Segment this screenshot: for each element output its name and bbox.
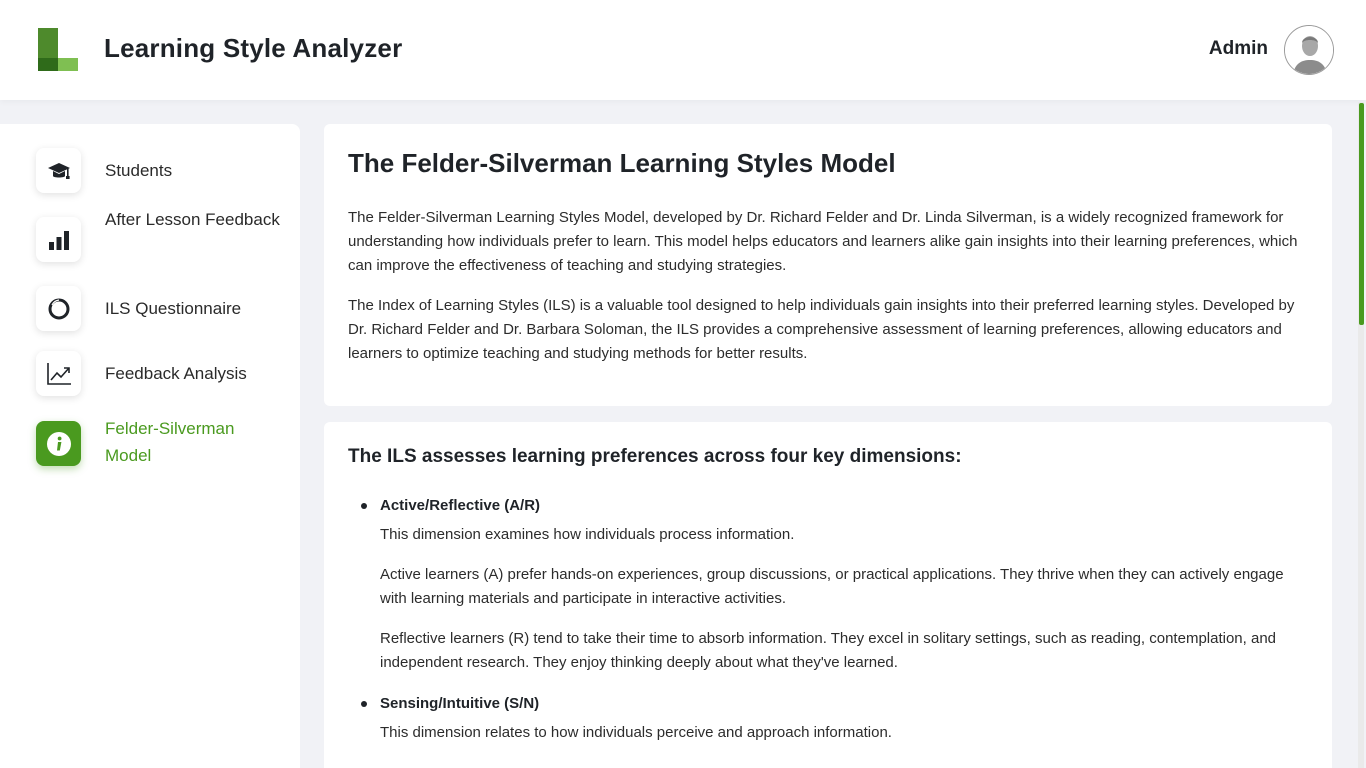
dimension-summary: This dimension examines how individuals …: [380, 526, 795, 543]
sidebar: Students After Lesson Feedback ILS Quest…: [0, 124, 300, 768]
sidebar-item-ils-questionnaire[interactable]: ILS Questionnaire: [36, 286, 286, 331]
app-title: Learning Style Analyzer: [104, 33, 403, 63]
intro-paragraph-1: The Felder-Silverman Learning Styles Mod…: [348, 209, 1298, 274]
sidebar-item-felder-silverman-model[interactable]: Felder-Silverman Model: [36, 419, 286, 475]
dimensions-heading: The ILS assesses learning preferences ac…: [348, 446, 962, 467]
graduation-cap-icon: [36, 148, 81, 193]
dimension-title: Sensing/Intuitive (S/N): [380, 695, 540, 712]
scrollbar-thumb[interactable]: [1359, 103, 1364, 325]
app-logo[interactable]: [38, 28, 78, 71]
dimension-summary: This dimension relates to how individual…: [380, 724, 892, 741]
sidebar-item-label: ILS Questionnaire: [105, 299, 242, 318]
bullet-marker: [361, 503, 367, 509]
sidebar-item-after-lesson-feedback[interactable]: After Lesson Feedback: [36, 210, 286, 271]
page-title: The Felder-Silverman Learning Styles Mod…: [348, 148, 896, 178]
user-avatar-icon: [1285, 26, 1333, 74]
top-header: Learning Style Analyzer Admin: [0, 0, 1366, 100]
sidebar-item-feedback-analysis[interactable]: Feedback Analysis: [36, 351, 286, 396]
dimension-title: Active/Reflective (A/R): [380, 497, 541, 514]
circle-icon: [36, 286, 81, 331]
dimension-paragraph: Reflective learners (R) tend to take the…: [380, 630, 1277, 671]
bullet-marker: [361, 701, 367, 707]
sidebar-item-label: Students: [105, 161, 173, 180]
info-icon: [36, 421, 81, 466]
sidebar-item-label: After Lesson Feedback: [105, 210, 280, 229]
intro-card: The Felder-Silverman Learning Styles Mod…: [324, 124, 1332, 406]
trend-chart-icon: [36, 351, 81, 396]
sidebar-item-label: Felder-Silverman Model: [105, 419, 235, 465]
sidebar-item-students[interactable]: Students: [36, 148, 286, 193]
avatar[interactable]: [1284, 25, 1334, 75]
bar-chart-icon: [36, 217, 81, 262]
user-name[interactable]: Admin: [1209, 38, 1268, 60]
sidebar-item-label: Feedback Analysis: [105, 364, 247, 383]
dimensions-card: The ILS assesses learning preferences ac…: [324, 422, 1332, 768]
intro-paragraph-2: The Index of Learning Styles (ILS) is a …: [348, 297, 1295, 362]
dimension-paragraph: Active learners (A) prefer hands-on expe…: [380, 566, 1284, 607]
